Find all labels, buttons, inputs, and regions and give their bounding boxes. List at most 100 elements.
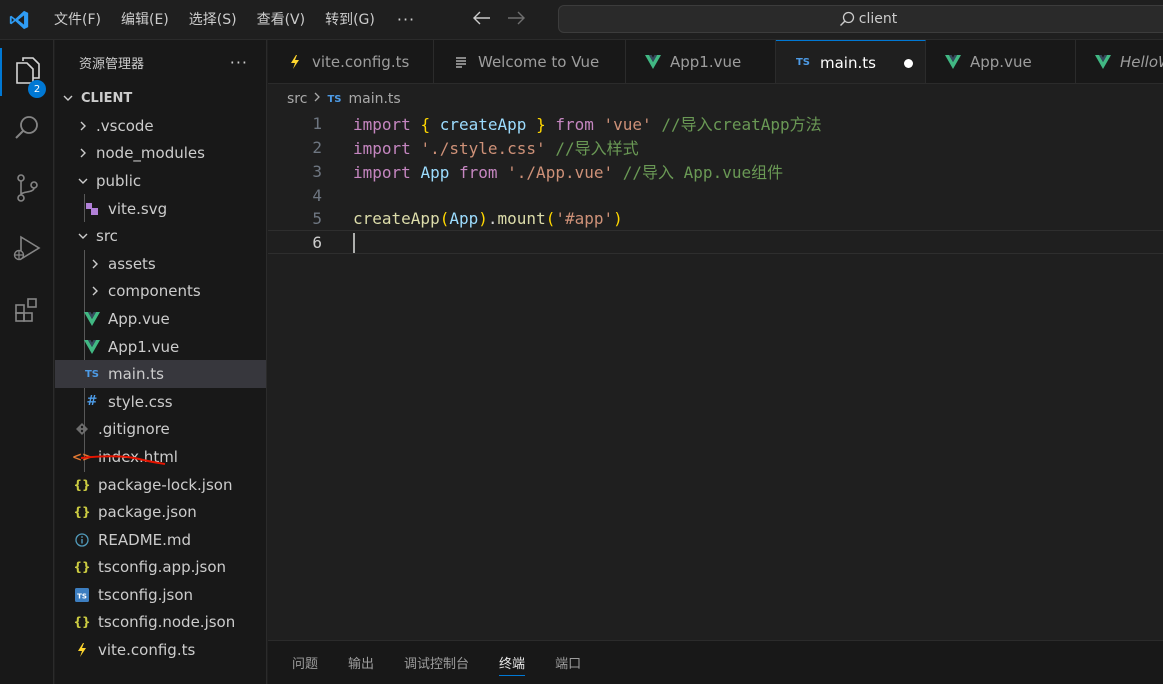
tree-item-readme-md[interactable]: README.md <box>55 526 266 554</box>
tree-item-label: package-lock.json <box>98 475 233 494</box>
tab-vite-config[interactable]: vite.config.ts <box>268 40 434 83</box>
tree-item-label: tsconfig.json <box>98 585 194 604</box>
info-icon <box>74 533 90 547</box>
tree-item-label: style.css <box>108 392 173 411</box>
tab-hellow[interactable]: HelloW <box>1076 40 1163 83</box>
back-arrow-icon[interactable] <box>473 9 491 30</box>
command-center-search[interactable]: client <box>558 5 1163 33</box>
tab-app-vue[interactable]: App.vue <box>926 40 1076 83</box>
tree-item-tsconfig-json[interactable]: TS tsconfig.json <box>55 581 266 609</box>
tab-welcome-to-vue[interactable]: Welcome to Vue <box>434 40 626 83</box>
token-keyword: import <box>353 115 411 134</box>
menu-edit[interactable]: 编辑(E) <box>111 0 179 40</box>
tree-item-vite-config-ts[interactable]: vite.config.ts <box>55 636 266 664</box>
css-file-icon: # <box>86 394 98 410</box>
tree-item-style-css[interactable]: # style.css <box>55 388 266 416</box>
tree-item-label: vite.svg <box>108 199 168 218</box>
vscode-logo-icon <box>2 0 36 40</box>
ts-file-icon: TS <box>84 368 100 380</box>
chevron-down-icon <box>61 92 75 104</box>
svg-file-icon <box>84 202 100 216</box>
explorer-more-button[interactable]: ··· <box>230 53 248 72</box>
workspace-root-label: CLIENT <box>81 90 133 106</box>
menu-more-button[interactable]: ··· <box>385 10 427 29</box>
tsconfig-file-icon: TS <box>74 587 90 602</box>
explorer-title: 资源管理器 <box>79 56 145 72</box>
tree-item-gitignore[interactable]: .gitignore <box>55 416 266 444</box>
menu-selection[interactable]: 选择(S) <box>179 0 247 40</box>
chevron-down-icon <box>76 230 90 242</box>
modified-dot-icon[interactable] <box>904 59 913 68</box>
token-string: './App.vue' <box>507 163 614 182</box>
tree-item-label: README.md <box>98 530 192 549</box>
source-control-icon <box>13 173 41 207</box>
code-text: import './style.css' //导入样式 <box>353 135 639 159</box>
tree-item-node-modules[interactable]: node_modules <box>55 140 266 168</box>
tree-item-tsconfig-app-json[interactable]: {} tsconfig.app.json <box>55 554 266 582</box>
menu-view[interactable]: 查看(V) <box>247 0 316 40</box>
menu-file[interactable]: 文件(F) <box>44 0 111 40</box>
tree-item-components[interactable]: components <box>55 278 266 306</box>
vite-lightning-icon <box>286 55 304 69</box>
tree-item-tsconfig-node-json[interactable]: {} tsconfig.node.json <box>55 609 266 637</box>
menu-go[interactable]: 转到(G) <box>315 0 385 40</box>
json-file-icon: {} <box>73 615 91 630</box>
token-brace: } <box>536 115 546 134</box>
extensions-button[interactable] <box>0 288 54 336</box>
activity-bar: 2 <box>0 40 54 684</box>
tree-item-label: tsconfig.node.json <box>98 613 236 632</box>
tab-main-ts[interactable]: TS main.ts <box>776 40 926 83</box>
token-identifier: App <box>449 208 479 228</box>
run-debug-button[interactable] <box>0 226 54 274</box>
bottom-panel-tabs: 问题 输出 调试控制台 终端 端口 <box>268 640 1163 684</box>
json-file-icon: {} <box>73 560 91 575</box>
forward-arrow-icon[interactable] <box>507 9 526 30</box>
git-file-icon <box>74 423 90 436</box>
tree-item-vscode[interactable]: .vscode <box>55 112 266 140</box>
tree-item-package-json[interactable]: {} package.json <box>55 498 266 526</box>
tree-item-label: node_modules <box>96 144 205 163</box>
tree-item-assets[interactable]: assets <box>55 250 266 278</box>
token-comment: //导入 App.vue组件 <box>622 163 784 182</box>
tree-item-label: App.vue <box>108 309 170 328</box>
explorer-sidebar: 资源管理器 ··· CLIENT .vscode node_modules pu… <box>55 40 267 684</box>
tree-item-label: .gitignore <box>98 420 170 439</box>
chevron-right-icon <box>76 120 90 132</box>
panel-tab-terminal[interactable]: 终端 <box>499 641 526 684</box>
search-view-button[interactable] <box>0 106 54 154</box>
run-debug-icon <box>12 233 42 267</box>
code-editor[interactable]: 1 import { createApp } from 'vue' //导入cr… <box>268 110 1163 640</box>
tab-app1-vue[interactable]: App1.vue <box>626 40 776 83</box>
vue-icon <box>644 55 662 69</box>
explorer-button[interactable]: 2 <box>0 48 54 98</box>
source-control-button[interactable] <box>0 166 54 214</box>
tree-item-app-vue[interactable]: App.vue <box>55 305 266 333</box>
breadcrumb: src TS main.ts <box>287 88 401 110</box>
token-comment: //导入样式 <box>555 139 639 158</box>
breadcrumb-file[interactable]: main.ts <box>348 91 400 107</box>
tree-item-vite-svg[interactable]: vite.svg <box>55 195 266 223</box>
extensions-icon <box>13 296 41 328</box>
vue-icon <box>1094 55 1112 69</box>
workspace-root-header[interactable]: CLIENT <box>55 84 266 112</box>
token-brace: { <box>420 115 431 134</box>
tab-label: App.vue <box>970 53 1032 71</box>
tree-item-src[interactable]: src <box>55 222 266 250</box>
tree-item-public[interactable]: public <box>55 167 266 195</box>
tree-item-label: main.ts <box>108 365 164 384</box>
panel-tab-debug-console[interactable]: 调试控制台 <box>404 641 469 684</box>
panel-tab-ports[interactable]: 端口 <box>555 641 581 684</box>
panel-tab-problems[interactable]: 问题 <box>292 641 318 684</box>
code-text: createApp(App).mount('#app') <box>353 209 623 228</box>
token-string: './style.css' <box>420 139 546 158</box>
line-number: 3 <box>312 161 322 181</box>
panel-tab-output[interactable]: 输出 <box>348 641 374 684</box>
token-keyword: import <box>353 163 411 182</box>
token-keyword: import <box>353 139 411 158</box>
tree-item-label: src <box>96 227 118 246</box>
breadcrumb-folder[interactable]: src <box>287 91 307 107</box>
tree-item-package-lock-json[interactable]: {} package-lock.json <box>55 471 266 499</box>
tree-item-app1-vue[interactable]: App1.vue <box>55 333 266 361</box>
tree-item-main-ts[interactable]: TS main.ts <box>55 360 266 388</box>
tree-item-label: public <box>96 171 142 190</box>
